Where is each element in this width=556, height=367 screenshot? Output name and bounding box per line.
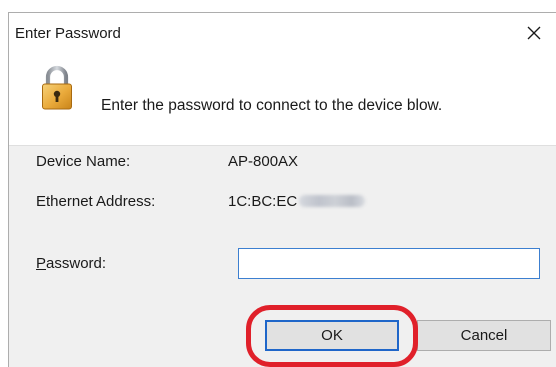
ethernet-address-label: Ethernet Address: <box>36 193 156 210</box>
dialog-header: Enter the password to connect to the dev… <box>9 53 556 146</box>
device-name-value: AP-800AX <box>228 153 299 170</box>
dialog-titlebar[interactable]: Enter Password <box>9 13 556 53</box>
device-name-label: Device Name: <box>36 153 131 170</box>
padlock-icon <box>42 65 72 110</box>
screenshot-canvas: Enter Password Enter the password to con… <box>0 0 556 367</box>
password-label-mnemonic: P <box>36 255 47 272</box>
enter-password-dialog: Enter Password Enter the password to con… <box>8 12 556 367</box>
ok-button-label: OK <box>321 327 343 344</box>
dialog-title: Enter Password <box>15 25 121 42</box>
password-label-text: assword: <box>46 255 107 272</box>
ok-button[interactable]: OK <box>265 320 399 351</box>
cancel-button-label: Cancel <box>460 327 508 344</box>
close-button[interactable] <box>512 13 556 53</box>
header-message: Enter the password to connect to the dev… <box>101 97 443 114</box>
password-input[interactable] <box>238 248 540 279</box>
redacted-mac-suffix <box>299 195 366 207</box>
cancel-button[interactable]: Cancel <box>417 320 551 351</box>
ethernet-address-value: 1C:BC:EC <box>228 190 366 212</box>
ethernet-address-text: 1C:BC:EC <box>228 192 298 210</box>
password-label: Password: <box>36 255 106 272</box>
close-icon <box>527 26 541 40</box>
